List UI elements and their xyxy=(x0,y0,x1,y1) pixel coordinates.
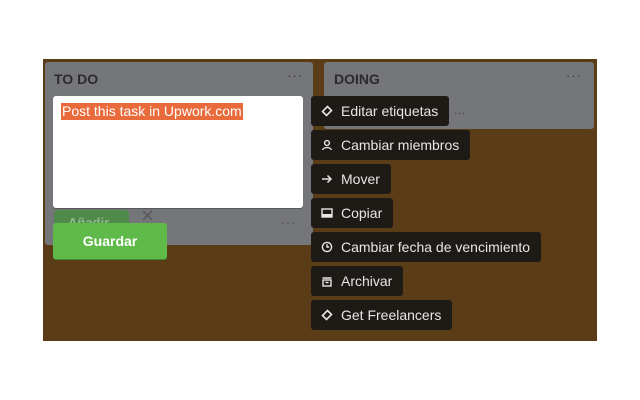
menu-item-label: Editar etiquetas xyxy=(341,103,439,119)
list-menu-icon[interactable]: ··· xyxy=(566,68,582,83)
save-button[interactable]: Guardar xyxy=(53,223,167,259)
menu-item-label: Get Freelancers xyxy=(341,307,442,323)
list-menu-icon[interactable]: ··· xyxy=(287,68,303,83)
menu-item-archive[interactable]: Archivar xyxy=(311,266,404,296)
list-title: DOING xyxy=(334,71,380,87)
tag-icon xyxy=(321,309,333,321)
menu-item-label: Cambiar miembros xyxy=(341,137,460,153)
card-title-text[interactable]: Post this task in Upwork.com xyxy=(61,103,243,120)
card-icon xyxy=(321,207,333,219)
menu-item-label: Archivar xyxy=(341,273,393,289)
menu-item-change-members[interactable]: Cambiar miembros xyxy=(311,130,471,160)
menu-item-edit-labels[interactable]: Editar etiquetas xyxy=(311,96,450,126)
more-icon: ··· xyxy=(280,214,297,230)
menu-item-get-freelancers[interactable]: Get Freelancers xyxy=(311,300,453,330)
doing-card-fragment[interactable]: ... xyxy=(454,102,584,120)
archive-icon xyxy=(321,275,333,287)
tag-icon xyxy=(321,105,333,117)
menu-item-change-due-date[interactable]: Cambiar fecha de vencimiento xyxy=(311,232,542,262)
clock-icon xyxy=(321,241,333,253)
menu-item-label: Copiar xyxy=(341,205,383,221)
list-title: TO DO xyxy=(54,71,99,87)
arrow-right-icon xyxy=(321,173,333,185)
menu-item-label: Mover xyxy=(341,171,380,187)
card-title-editor[interactable]: Post this task in Upwork.com xyxy=(53,96,303,208)
person-icon xyxy=(321,139,333,151)
menu-item-copy[interactable]: Copiar xyxy=(311,198,394,228)
menu-item-move[interactable]: Mover xyxy=(311,164,391,194)
menu-item-label: Cambiar fecha de vencimiento xyxy=(341,239,531,255)
